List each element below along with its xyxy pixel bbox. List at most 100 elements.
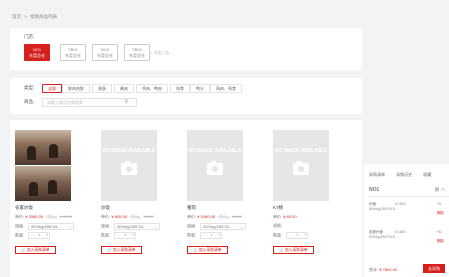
plus-icon[interactable]: +	[46, 233, 48, 238]
add-to-list-button[interactable]: 🛒 加入采购清单	[15, 246, 56, 254]
spec-value: 80%kg/280*22...	[203, 224, 233, 229]
minus-icon[interactable]: -	[203, 233, 204, 238]
product-name[interactable]: 农家炒饭	[15, 205, 91, 211]
filter-card: 类型: 全部 鲜肉热鲜 香肠 酱肉 鸡肉、鸭肉 排骨 鸭头 熟肉、熟食 商品: …	[10, 78, 362, 114]
store-button-no2[interactable]: NO2 东莞总仓	[92, 44, 118, 61]
chip-fresh-meat[interactable]: 鲜肉热鲜	[62, 84, 90, 93]
item-add[interactable]: +1	[437, 202, 441, 207]
product-unit: /份/kg	[218, 214, 229, 219]
add-to-list-label: 加入采购清单	[112, 248, 136, 252]
product-price-row: 单价: ¥ 1080.00 /份/kg ¥ 100	[187, 214, 263, 220]
product-price-row: 单价: ¥ 2080.00 /份/kg ¥ 1000	[15, 214, 91, 220]
add-to-list-button[interactable]: 🛒 加入采购清单	[101, 246, 142, 254]
breadcrumb: 首页 > 批发商品列表	[12, 14, 57, 20]
product-image-placeholder[interactable]: NO IMAGE AVAILABLE	[101, 130, 157, 201]
store-button-name: 东莞总仓	[129, 52, 145, 58]
product-unit: /份/kg	[46, 214, 57, 219]
breadcrumb-home[interactable]: 首页	[12, 14, 21, 19]
product-price-row: 单价: ¥ 60.00	[273, 214, 349, 220]
product-image-placeholder[interactable]: NO IMAGE AVAILABLE	[187, 130, 243, 201]
product-original-price: ¥ 100	[231, 214, 242, 219]
chip-sausage[interactable]: 香肠	[92, 84, 112, 93]
spec-value: 80%kg/280*24...	[31, 224, 61, 229]
total-value: ¥ 7800.00	[379, 267, 398, 272]
product-qty-row: 数量: - 1 +	[15, 232, 91, 239]
plus-icon[interactable]: +	[132, 233, 134, 238]
minus-icon[interactable]: -	[117, 233, 118, 238]
price-label: 单价:	[15, 214, 25, 219]
search-input[interactable]: 请输入商品名称搜索 ⚲	[42, 98, 137, 107]
product-spec-row: 规格: 80%kg/280*22... ⌄	[187, 223, 263, 230]
item-delete[interactable]: 删除	[437, 211, 444, 216]
item-add[interactable]: +1	[437, 230, 441, 235]
product-card: NO IMAGE AVAILABLE K7肠 单价: ¥ 60.00 规格: 数…	[273, 130, 349, 256]
photo-divider	[15, 165, 71, 166]
quantity-value: 1	[38, 233, 41, 237]
spec-label: 规格:	[187, 223, 197, 229]
product-qty-row: 数量: - 1 +	[273, 232, 349, 239]
product-name[interactable]: 猪肉	[187, 205, 263, 211]
product-original-price: ¥ 1000	[59, 214, 72, 219]
item-price: ¥ 1800	[395, 202, 406, 206]
store-button-tb02[interactable]: TB02 东莞总仓	[124, 44, 150, 61]
price-label: 单价:	[273, 214, 283, 219]
product-grid: 农家炒饭 单价: ¥ 2080.00 /份/kg ¥ 1000 规格: 80%k…	[10, 120, 362, 277]
search-icon[interactable]: ⚲	[124, 99, 128, 105]
panel-ops[interactable]: 删 ∧	[435, 187, 445, 193]
add-store-button[interactable]: + 添加门店	[150, 50, 169, 56]
spec-select[interactable]: 80%kg/280*24... ⌄	[28, 223, 75, 230]
chip-chicken-duck[interactable]: 鸡肉、鸭肉	[136, 84, 168, 93]
camera-icon	[293, 161, 309, 175]
spec-value: 80%kg/280*24...	[117, 224, 147, 229]
spec-select[interactable]: 80%kg/280*22... ⌄	[200, 223, 247, 230]
plus-icon[interactable]: +	[304, 233, 306, 238]
no-image-text: NO IMAGE AVAILABLE	[102, 148, 156, 154]
total-label: 合计:	[369, 267, 379, 272]
product-price: ¥ 800.00	[111, 214, 127, 219]
quantity-stepper[interactable]: - 1 +	[200, 232, 223, 239]
product-price-row: 单价: ¥ 800.00 /份/kg ¥ 100	[101, 214, 177, 220]
breadcrumb-current: 批发商品列表	[30, 14, 58, 19]
minus-icon[interactable]: -	[31, 233, 32, 238]
product-name[interactable]: K7肠	[273, 205, 349, 211]
item-delete[interactable]: 删除	[437, 239, 444, 244]
chip-all[interactable]: 全部	[42, 84, 62, 93]
checkout-button[interactable]: 去采购	[423, 264, 445, 273]
camera-lens	[126, 166, 132, 172]
tab-favorites[interactable]: 收藏	[423, 172, 431, 177]
store-label: 门店:	[24, 34, 35, 39]
store-button-tb01[interactable]: TB01 东莞总仓	[60, 44, 86, 61]
chip-cured-meat[interactable]: 酱肉	[114, 84, 134, 93]
product-card: NO IMAGE AVAILABLE 炒饭 单价: ¥ 800.00 /份/kg…	[101, 130, 177, 256]
product-image[interactable]	[15, 130, 71, 201]
product-name[interactable]: 炒饭	[101, 205, 177, 211]
product-image-placeholder[interactable]: NO IMAGE AVAILABLE	[273, 130, 329, 201]
add-to-list-label: 加入采购清单	[198, 248, 222, 252]
product-card: 农家炒饭 单价: ¥ 2080.00 /份/kg ¥ 1000 规格: 80%k…	[15, 130, 91, 256]
plus-icon[interactable]: +	[218, 233, 220, 238]
product-unit: /份/kg	[129, 214, 141, 219]
quantity-stepper[interactable]: - 1 +	[114, 232, 137, 239]
add-to-list-button[interactable]: 🛒 加入采购清单	[187, 246, 228, 254]
product-photo-bottom	[15, 166, 71, 201]
store-button-no1[interactable]: NO1 东莞总仓	[24, 44, 50, 61]
product-qty-row: 数量: - 1 +	[101, 232, 177, 239]
chip-ribs[interactable]: 排骨	[170, 84, 190, 93]
camera-icon	[207, 161, 223, 175]
spec-select[interactable]: 80%kg/280*24... ⌄	[114, 223, 161, 230]
add-to-list-label: 加入采购清单	[284, 248, 308, 252]
price-label: 单价:	[187, 214, 197, 219]
quantity-stepper[interactable]: - 1 +	[28, 232, 51, 239]
chip-cooked-food[interactable]: 熟肉、熟食	[210, 84, 242, 93]
add-to-list-button[interactable]: 🛒 加入采购清单	[273, 246, 314, 254]
tab-purchase-list[interactable]: 采购清单	[369, 172, 385, 177]
tab-purchase-history[interactable]: 采购历史	[396, 172, 412, 177]
product-price: ¥ 2080.00	[25, 214, 44, 219]
quantity-stepper[interactable]: - 1 +	[286, 232, 309, 239]
qty-label: 数量:	[187, 232, 197, 238]
minus-icon[interactable]: -	[289, 233, 290, 238]
store-button-name: 东莞总仓	[97, 52, 113, 58]
store-button-name: 东莞总仓	[29, 52, 45, 58]
photo-figure	[29, 182, 38, 196]
chip-duck-head[interactable]: 鸭头	[190, 84, 210, 93]
